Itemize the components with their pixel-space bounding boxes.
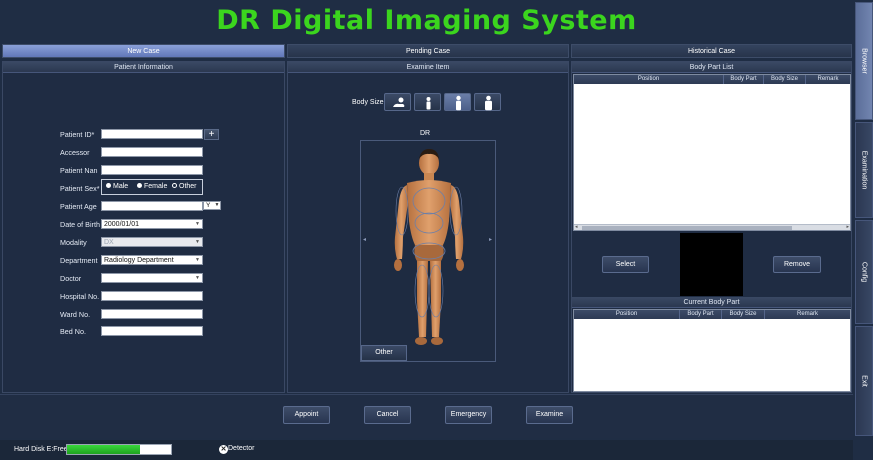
emergency-button[interactable]: Emergency — [445, 406, 492, 424]
column-body-part: Body Part — [724, 75, 764, 84]
side-tab-config[interactable]: Config — [855, 220, 873, 324]
body-part-chest[interactable] — [407, 180, 451, 245]
action-bar — [0, 394, 853, 438]
hospital-no-input[interactable] — [101, 291, 203, 301]
horizontal-scrollbar[interactable]: ◂ ▸ — [574, 224, 850, 230]
modality-label: Modality — [60, 238, 87, 247]
infant-icon — [393, 97, 405, 107]
radio-dot-icon — [137, 183, 142, 188]
patient-name-input[interactable] — [101, 165, 203, 175]
image-preview — [680, 233, 743, 296]
chevron-down-icon: ▼ — [195, 221, 200, 227]
tab-historical-case[interactable]: Historical Case — [571, 44, 852, 58]
child-icon — [426, 97, 431, 110]
body-part-list-table: Position Body Part Body Size Remark ◂ ▸ — [573, 74, 851, 231]
human-body-diagram — [394, 149, 464, 345]
detector-disconnected-icon: ✕ — [219, 445, 228, 454]
scroll-right-icon[interactable]: ▸ — [846, 224, 849, 230]
scrollbar-thumb[interactable] — [582, 226, 792, 230]
column-remark: Remark — [817, 76, 839, 82]
body-map-frame — [360, 140, 496, 362]
hard-disk-free-fill — [67, 445, 140, 454]
radio-dot-icon — [172, 183, 177, 188]
department-label: Department — [60, 256, 98, 265]
adult-icon — [456, 95, 461, 111]
app-title: DR Digital Imaging System — [216, 5, 637, 36]
column-body-size: Body Size — [722, 310, 765, 319]
body-size-label: Body Size — [352, 99, 384, 106]
hard-disk-free-bar — [66, 444, 172, 455]
detector-status: ✕ Detector — [219, 445, 255, 454]
chevron-down-icon: ▼ — [195, 239, 200, 245]
bed-no-label: Bed No. — [60, 327, 86, 336]
patient-name-label: Patient Nan — [60, 166, 98, 175]
hospital-no-label: Hospital No. — [60, 292, 100, 301]
cancel-button[interactable]: Cancel — [364, 406, 411, 424]
column-position: Position — [574, 310, 680, 319]
modality-select[interactable]: DX ▼ — [101, 237, 203, 247]
current-body-part-table: Position Body Part Body Size Remark — [573, 309, 851, 392]
patient-sex-label: Patient Sex* — [60, 184, 100, 193]
patient-sex-radio-group: Male Female Other — [101, 179, 203, 195]
body-part-list-table-header: Position Body Part Body Size Remark — [574, 75, 850, 84]
date-of-birth-label: Date of Birth — [60, 220, 100, 229]
body-part-right-leg[interactable] — [417, 261, 428, 337]
side-tab-examination[interactable]: Examination — [855, 122, 873, 218]
patient-id-input[interactable] — [101, 129, 203, 139]
hard-disk-label: Hard Disk E:Free — [14, 446, 68, 453]
doctor-label: Doctor — [60, 274, 82, 283]
ward-no-input[interactable] — [101, 309, 203, 319]
column-body-part: Body Part — [680, 310, 722, 319]
tab-new-case[interactable]: New Case — [2, 44, 285, 58]
doctor-select[interactable]: ▼ — [101, 273, 203, 283]
examine-item-header: Examine Item — [288, 62, 568, 73]
body-part-left-leg[interactable] — [430, 261, 441, 337]
accessor-input[interactable] — [101, 147, 203, 157]
body-size-child-button[interactable] — [414, 93, 441, 111]
current-body-part-header: Current Body Part — [572, 297, 851, 308]
dr-label: DR — [420, 130, 431, 137]
sex-female-radio[interactable]: Female — [137, 183, 167, 190]
examine-button[interactable]: Examine — [526, 406, 573, 424]
appoint-button[interactable]: Appoint — [283, 406, 330, 424]
body-size-adult-button[interactable] — [444, 93, 471, 111]
side-tab-browser[interactable]: Browser — [855, 2, 873, 120]
column-body-size: Body Size — [764, 75, 806, 84]
select-button[interactable]: Select — [602, 256, 649, 273]
large-adult-icon — [485, 95, 492, 111]
column-position: Position — [574, 75, 724, 84]
current-body-part-table-header: Position Body Part Body Size Remark — [574, 310, 850, 319]
next-view-arrow-icon[interactable]: ▸ — [489, 236, 492, 243]
patient-id-label: Patient ID* — [60, 130, 95, 139]
chevron-down-icon: ▼ — [195, 275, 200, 281]
radio-dot-icon — [106, 183, 111, 188]
age-unit-select[interactable]: Y ▼ — [203, 201, 221, 210]
chevron-down-icon: ▼ — [195, 257, 200, 263]
bed-no-input[interactable] — [101, 326, 203, 336]
sex-male-radio[interactable]: Male — [106, 183, 128, 190]
tab-pending-case[interactable]: Pending Case — [287, 44, 569, 58]
patient-age-label: Patient Age — [60, 202, 97, 211]
body-size-infant-button[interactable] — [384, 93, 411, 111]
patient-age-input[interactable] — [101, 201, 203, 211]
accessor-label: Accessor — [60, 148, 90, 157]
column-remark: Remark — [796, 311, 818, 317]
other-button[interactable]: Other — [361, 345, 407, 361]
side-tab-exit[interactable]: Exit — [855, 326, 873, 436]
previous-view-arrow-icon[interactable]: ◂ — [363, 236, 366, 243]
body-size-large-adult-button[interactable] — [474, 93, 501, 111]
chevron-down-icon: ▼ — [214, 202, 220, 208]
ward-no-label: Ward No. — [60, 310, 91, 319]
remove-button[interactable]: Remove — [773, 256, 821, 273]
body-part-list-header: Body Part List — [572, 62, 851, 73]
date-of-birth-select[interactable]: 2000/01/01 ▼ — [101, 219, 203, 229]
app-window: DR Digital Imaging System New Case Pendi… — [0, 0, 873, 460]
department-select[interactable]: Radiology Department ▼ — [101, 255, 203, 265]
scroll-left-icon[interactable]: ◂ — [575, 224, 578, 230]
sex-other-radio[interactable]: Other — [172, 183, 197, 190]
patient-information-header: Patient Information — [3, 62, 284, 73]
add-patient-id-button[interactable]: + — [204, 129, 219, 140]
body-part-neck[interactable] — [424, 173, 434, 181]
